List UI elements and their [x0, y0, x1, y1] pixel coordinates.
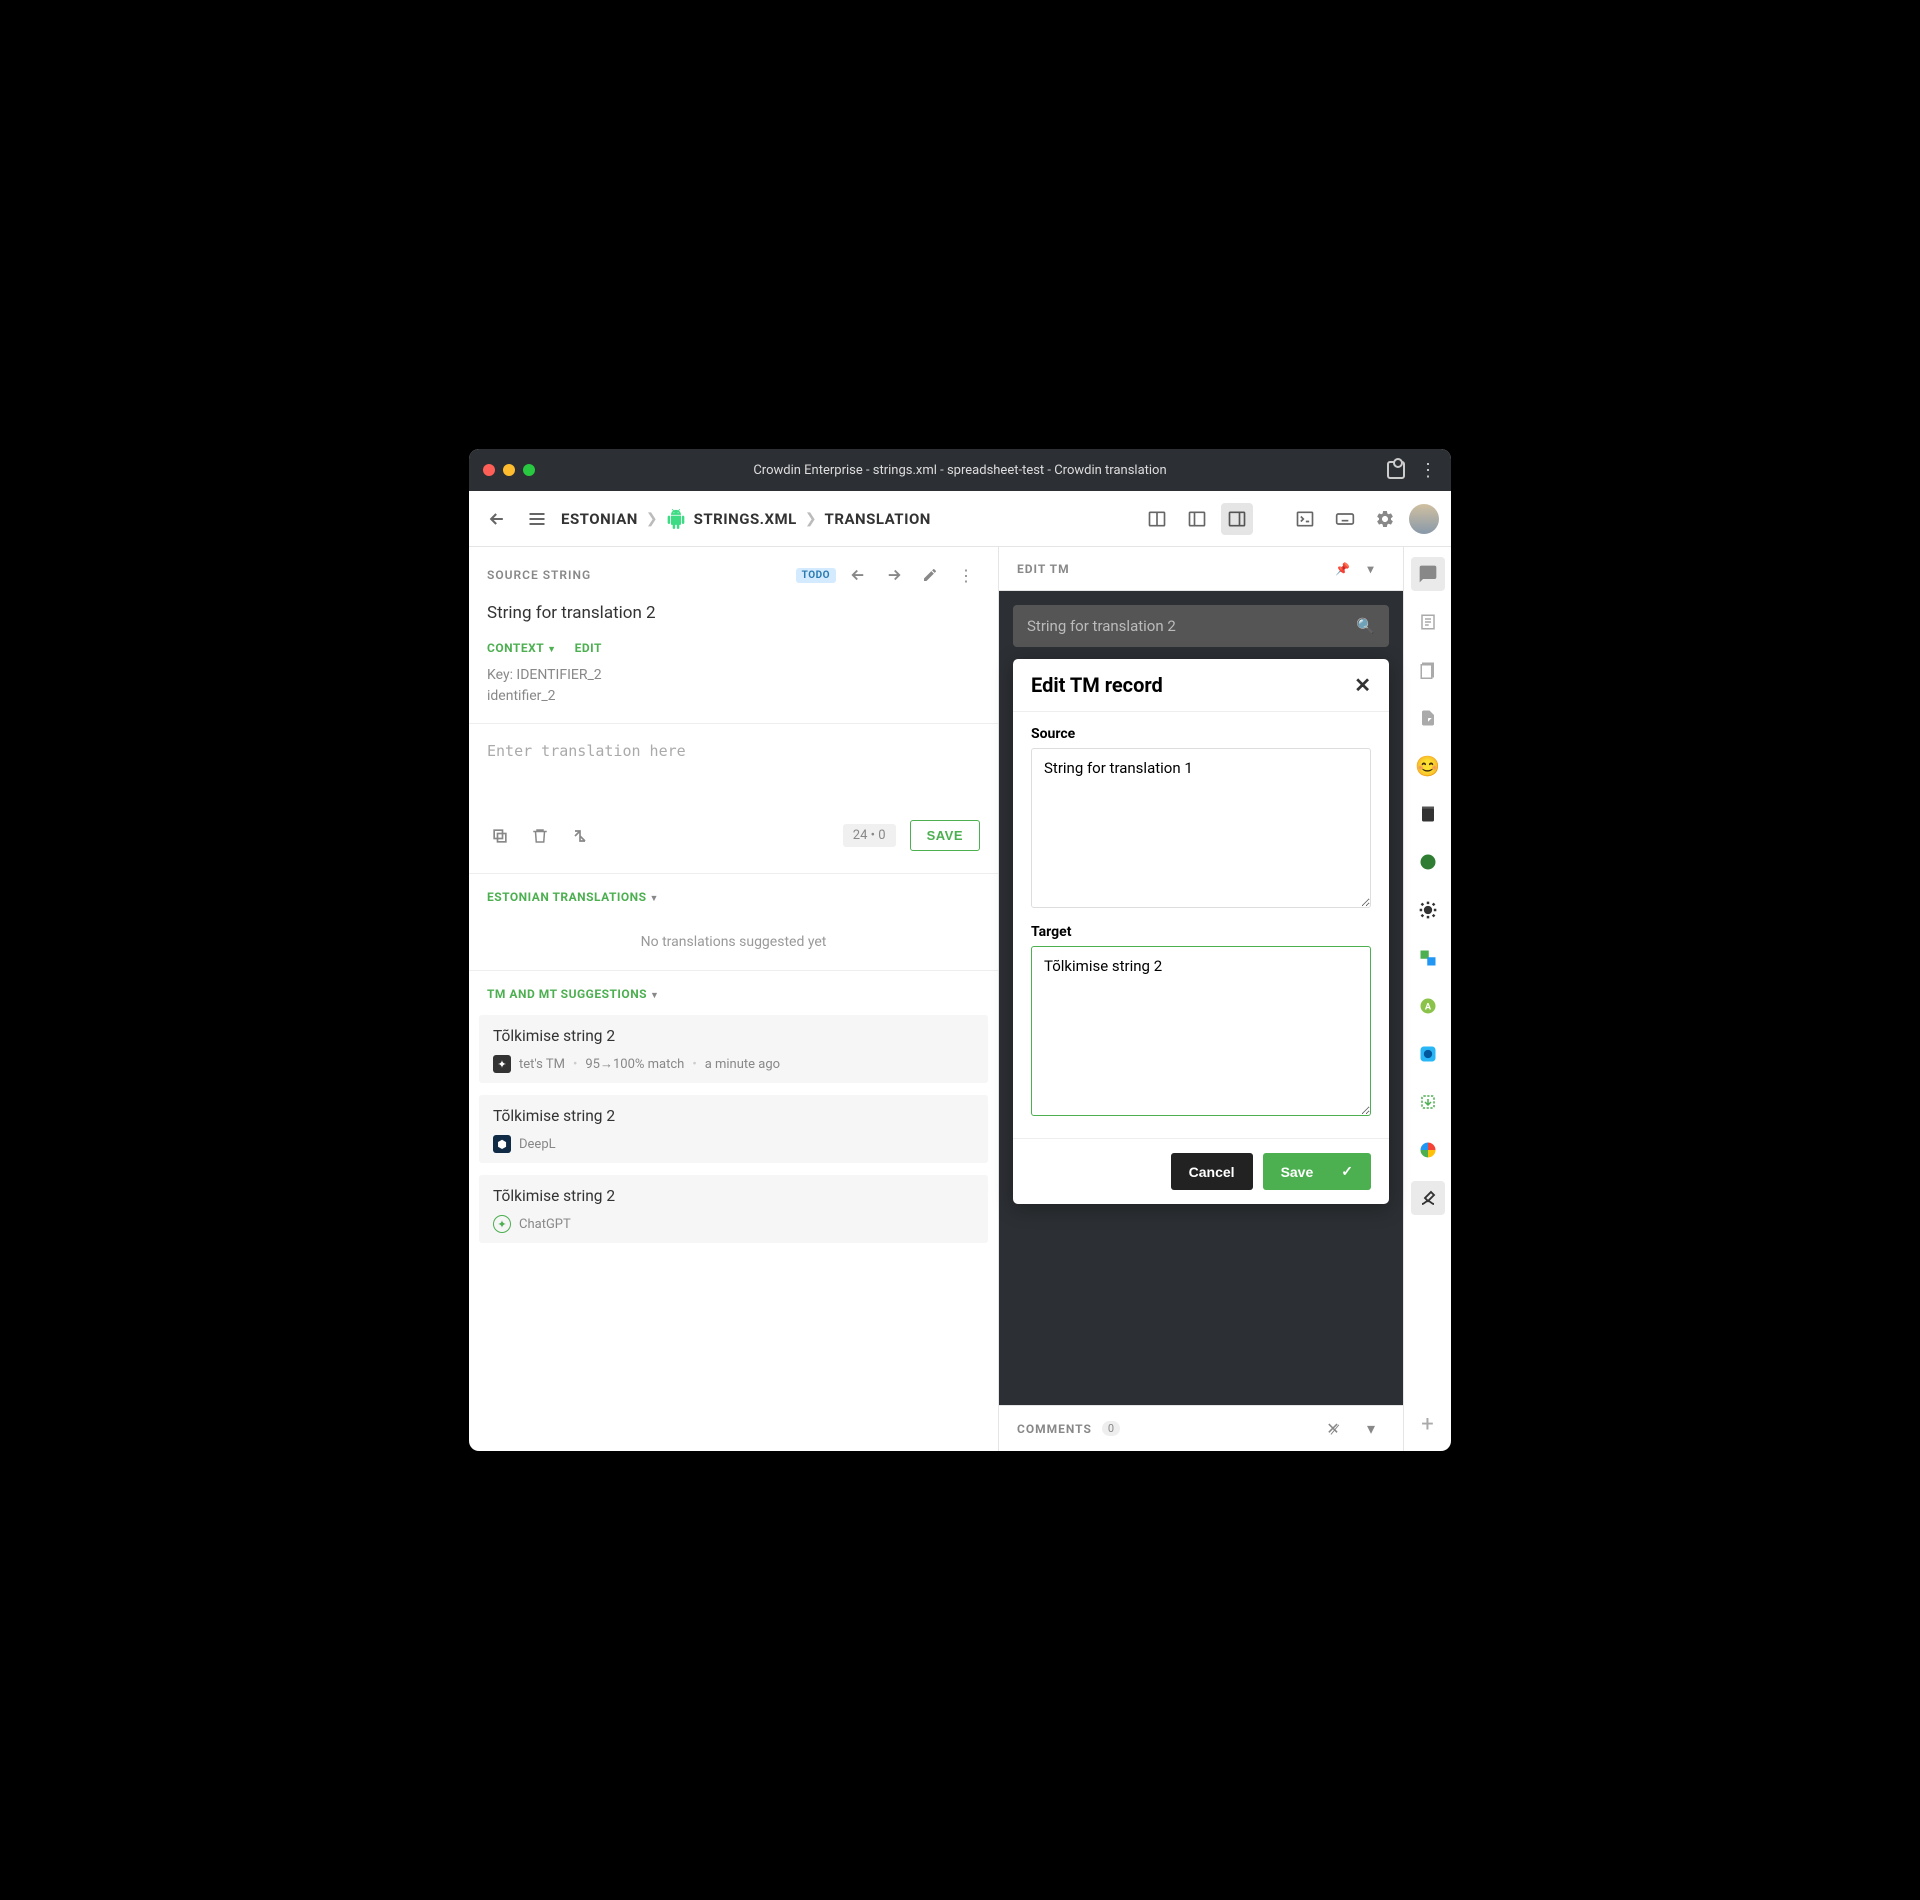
prev-string-button[interactable] — [844, 561, 872, 589]
gear-tab-icon[interactable] — [1411, 893, 1445, 927]
breadcrumb-section[interactable]: TRANSLATION — [825, 510, 931, 528]
back-button[interactable] — [481, 503, 513, 535]
add-tab-icon[interactable]: + — [1411, 1407, 1445, 1441]
source-text: String for translation 2 — [469, 597, 998, 637]
left-panel: SOURCE STRING TODO ⋮ String for translat… — [469, 547, 999, 1451]
layout-2-icon[interactable] — [1181, 503, 1213, 535]
suggestions-section-header[interactable]: TM AND MT SUGGESTIONS▼ — [469, 970, 998, 1011]
more-icon[interactable]: ⋮ — [952, 561, 980, 589]
search-icon: 🔍 — [1356, 617, 1375, 635]
clear-icon[interactable]: ✕̷ — [1319, 1415, 1347, 1443]
save-translation-button[interactable]: SAVE — [910, 820, 980, 851]
page-tab-icon[interactable] — [1411, 605, 1445, 639]
suggestion-item[interactable]: Tõlkimise string 2 ✦ tet's TM • 95→100% … — [479, 1015, 988, 1083]
tm-search-input[interactable]: String for translation 2 🔍 — [1013, 605, 1389, 647]
preview-tab-icon[interactable] — [1411, 1037, 1445, 1071]
close-icon[interactable]: ✕ — [1354, 673, 1371, 697]
import-tab-icon[interactable] — [1411, 1085, 1445, 1119]
pin-icon[interactable]: 📌 — [1329, 555, 1357, 583]
right-sidebar: 😊 A + — [1403, 547, 1451, 1451]
comments-tab-icon[interactable] — [1411, 557, 1445, 591]
file-tab-icon[interactable] — [1411, 701, 1445, 735]
breadcrumb-lang[interactable]: ESTONIAN — [561, 510, 638, 528]
translation-input[interactable] — [487, 742, 980, 812]
context-dropdown[interactable]: CONTEXT▼ — [487, 641, 557, 655]
app-window: Crowdin Enterprise - strings.xml - sprea… — [469, 449, 1451, 1451]
modal-title: Edit TM record — [1031, 673, 1163, 697]
chatgpt-icon: ✦ — [493, 1215, 511, 1233]
book-tab-icon[interactable] — [1411, 797, 1445, 831]
no-translations-message: No translations suggested yet — [469, 914, 998, 970]
browser-menu-icon[interactable]: ⋮ — [1419, 460, 1437, 481]
menu-icon[interactable] — [521, 503, 553, 535]
todo-badge: TODO — [796, 568, 836, 583]
right-panel: EDIT TM 📌 ▾ String for translation 2 🔍 E… — [999, 547, 1403, 1451]
chevron-right-icon: ❯ — [805, 511, 817, 527]
glossary-tab-icon[interactable] — [1411, 653, 1445, 687]
deepl-icon: ⬢ — [493, 1135, 511, 1153]
chevron-down-icon[interactable]: ▾ — [1357, 1415, 1385, 1443]
terminal-icon[interactable] — [1289, 503, 1321, 535]
svg-text:A: A — [1424, 1002, 1431, 1012]
toolbar: ESTONIAN ❯ STRINGS.XML ❯ TRANSLATION — [469, 491, 1451, 547]
suggestion-item[interactable]: Tõlkimise string 2 ⬢ DeepL — [479, 1095, 988, 1163]
settings-icon[interactable] — [1369, 503, 1401, 535]
translations-section-header[interactable]: ESTONIAN TRANSLATIONS▼ — [469, 873, 998, 914]
tm-target-input[interactable] — [1031, 946, 1371, 1116]
delete-icon[interactable] — [527, 823, 553, 849]
check-icon: ✓ — [1341, 1163, 1353, 1180]
comments-count: 0 — [1102, 1421, 1120, 1436]
crowdin-tab-icon[interactable] — [1411, 845, 1445, 879]
titlebar: Crowdin Enterprise - strings.xml - sprea… — [469, 449, 1451, 491]
layout-1-icon[interactable] — [1141, 503, 1173, 535]
qa-tab-icon[interactable]: A — [1411, 989, 1445, 1023]
key-info: Key: IDENTIFIER_2 identifier_2 — [469, 663, 998, 723]
edit-icon[interactable] — [916, 561, 944, 589]
source-string-header: SOURCE STRING — [487, 568, 591, 582]
chevron-right-icon: ❯ — [646, 511, 658, 527]
comments-header: COMMENTS — [1017, 1422, 1092, 1436]
cancel-button[interactable]: Cancel — [1171, 1153, 1253, 1190]
extensions-icon[interactable] — [1387, 461, 1405, 479]
window-title: Crowdin Enterprise - strings.xml - sprea… — [469, 463, 1451, 478]
color-tab-icon[interactable] — [1411, 1133, 1445, 1167]
transform-icon[interactable] — [567, 823, 593, 849]
breadcrumb-file[interactable]: STRINGS.XML — [694, 510, 797, 528]
emoji-tab-icon[interactable]: 😊 — [1411, 749, 1445, 783]
chevron-down-icon[interactable]: ▾ — [1357, 555, 1385, 583]
edit-tm-header: EDIT TM — [1017, 562, 1070, 576]
target-label: Target — [1031, 924, 1371, 940]
edit-context-button[interactable]: EDIT — [575, 641, 602, 655]
draw-tab-icon[interactable] — [1411, 1181, 1445, 1215]
source-label: Source — [1031, 726, 1371, 742]
layout-3-icon[interactable] — [1221, 503, 1253, 535]
keyboard-icon[interactable] — [1329, 503, 1361, 535]
tm-icon: ✦ — [493, 1055, 511, 1073]
translate-tab-icon[interactable] — [1411, 941, 1445, 975]
suggestion-item[interactable]: Tõlkimise string 2 ✦ ChatGPT — [479, 1175, 988, 1243]
tm-source-input[interactable] — [1031, 748, 1371, 908]
save-button[interactable]: Save✓ — [1263, 1153, 1371, 1190]
edit-tm-modal: Edit TM record ✕ Source Target Cancel Sa… — [1013, 659, 1389, 1204]
char-count: 24 • 0 — [843, 824, 896, 847]
copy-source-icon[interactable] — [487, 823, 513, 849]
next-string-button[interactable] — [880, 561, 908, 589]
avatar[interactable] — [1409, 504, 1439, 534]
android-icon — [666, 509, 686, 529]
